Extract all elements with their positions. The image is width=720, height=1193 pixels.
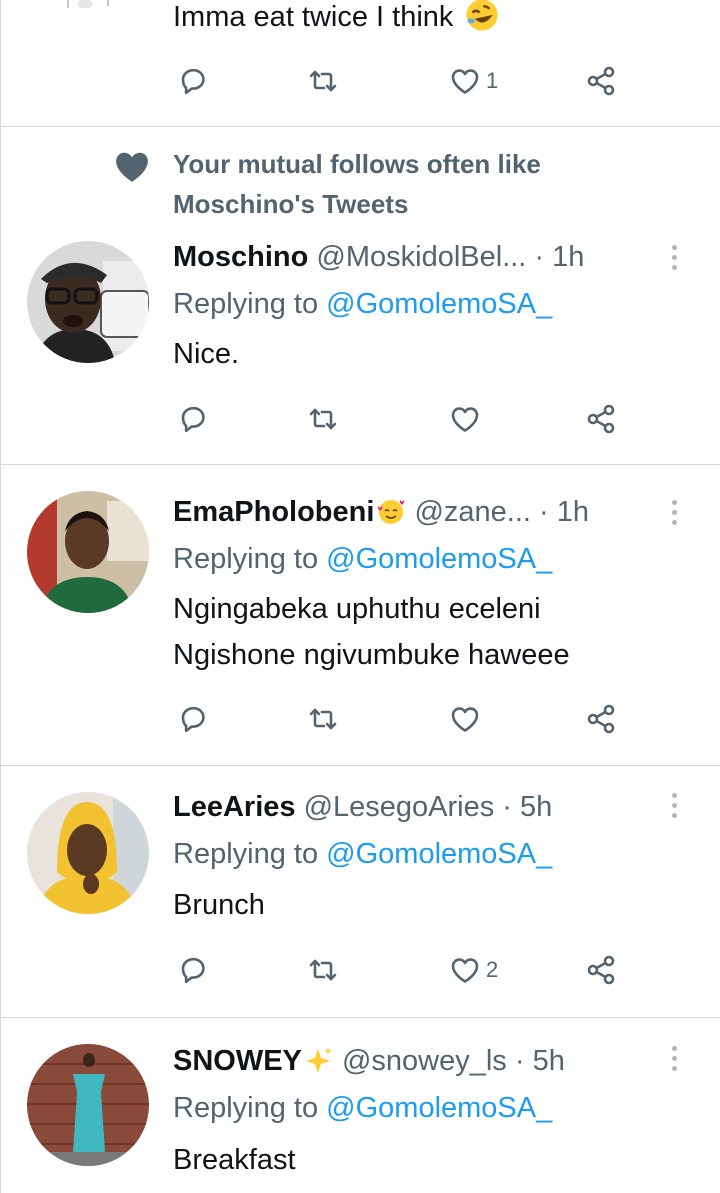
more-options-icon[interactable] [670,500,680,530]
retweet-icon [309,408,337,430]
replying-to-link[interactable]: @GomolemoSA_ [326,543,552,575]
share-button[interactable] [584,950,618,990]
share-icon [587,66,615,96]
retweet-icon [309,959,337,981]
replying-to-link[interactable]: @GomolemoSA_ [326,1092,552,1124]
retweet-button[interactable] [306,699,340,739]
reply-icon [181,957,205,984]
share-button[interactable] [584,699,618,739]
tweet-actions [0,399,720,439]
tweet-2[interactable]: EmaPholobeni @zane... · 1h Replying to @… [0,465,720,766]
tweet-text-line-1: Ngingabeka uphuthu eceleni [173,593,541,625]
display-name[interactable]: SNOWEY [173,1045,302,1077]
reply-button[interactable] [177,399,211,439]
reply-button[interactable] [177,699,211,739]
handle[interactable]: @LesegoAries [304,791,495,823]
tweet-header: EmaPholobeni @zane... · 1h [173,492,660,532]
timestamp[interactable]: · 5h [515,1045,565,1077]
avatar-image [27,241,149,363]
heart-icon [451,958,479,983]
tweet-text: Imma eat twice I think [173,0,500,40]
replying-to: Replying to @GomolemoSA_ [173,1092,553,1124]
replying-to-link[interactable]: @GomolemoSA_ [326,288,552,320]
reply-icon [181,706,205,733]
tweet-text: Brunch [173,889,265,921]
tweet-header: SNOWEY @snowey_ls · 5h [173,1041,660,1081]
avatar-image [27,491,149,613]
replying-to-link[interactable]: @GomolemoSA_ [326,838,552,870]
social-context-line-2: Moschino's Tweets [173,189,409,219]
timestamp[interactable]: · 5h [502,791,552,823]
tweet-text: Nice. [173,338,240,370]
tweet-text-line-2: Ngishone ngivumbuke haweee [173,639,570,671]
tweet-actions [0,699,720,739]
like-button[interactable]: 1 [448,61,498,101]
reply-button[interactable] [177,950,211,990]
share-icon [587,955,615,985]
avatar[interactable] [27,792,149,914]
social-context-line-1: Your mutual follows often like [173,149,541,179]
share-button[interactable] [584,61,618,101]
like-button[interactable] [448,399,482,439]
avatar[interactable] [27,1044,149,1166]
replying-to: Replying to @GomolemoSA_ [173,838,553,870]
like-button[interactable] [448,699,482,739]
avatar-image [27,1044,149,1166]
heart-filled-icon [116,152,148,182]
more-options-icon[interactable] [670,245,680,275]
like-button[interactable]: 2 [448,950,498,990]
tweet-header: LeeAries @LesegoAries · 5h [173,787,660,827]
timestamp[interactable]: · 1h [534,241,584,273]
display-name[interactable]: LeeAries [173,791,296,823]
tweet-1[interactable]: Your mutual follows often like Moschino'… [0,127,720,465]
more-options-icon[interactable] [670,1046,680,1076]
tweet-3[interactable]: LeeAries @LesegoAries · 5h Replying to @… [0,766,720,1018]
like-count: 2 [486,957,499,982]
tweet-header: Moschino @MoskidolBel... · 1h [173,237,660,277]
tweet-4[interactable]: SNOWEY @snowey_ls · 5h Replying to @Gomo… [0,1018,720,1193]
retweet-button[interactable] [306,61,340,101]
timestamp[interactable]: · 1h [539,496,589,528]
handle[interactable]: @snowey_ls [342,1045,507,1077]
avatar[interactable] [27,241,149,363]
heart-icon [451,707,479,732]
avatar-image [27,792,149,914]
handle[interactable]: @MoskidolBel... [316,241,526,273]
avatar-fragment [64,0,114,14]
sparkles-emoji [305,1047,332,1073]
smiling-face-with-hearts-emoji [378,500,405,524]
like-count: 1 [486,68,499,93]
share-button[interactable] [584,399,618,439]
reply-button[interactable] [177,61,211,101]
avatar[interactable] [27,491,149,613]
reply-icon [181,68,205,95]
retweet-icon [309,70,337,92]
replying-to: Replying to @GomolemoSA_ [173,288,553,320]
tweet-actions: 2 [0,950,720,990]
tweet-text: Breakfast [173,1144,296,1176]
share-icon [587,404,615,434]
share-icon [587,704,615,734]
rolling-on-floor-laughing-emoji [465,0,498,31]
tweet-0[interactable]: Imma eat twice I think 1 [0,0,720,127]
more-options-icon[interactable] [670,793,680,823]
retweet-button[interactable] [306,399,340,439]
replying-to: Replying to @GomolemoSA_ [173,543,553,575]
retweet-icon [309,708,337,730]
display-name[interactable]: EmaPholobeni [173,496,374,528]
handle[interactable]: @zane... [414,496,531,528]
reply-icon [181,406,205,433]
display-name[interactable]: Moschino [173,241,308,273]
tweet-actions: 1 [0,61,720,101]
thread-divider [0,1018,1,1193]
heart-icon [451,69,479,94]
heart-icon [451,407,479,432]
retweet-button[interactable] [306,950,340,990]
